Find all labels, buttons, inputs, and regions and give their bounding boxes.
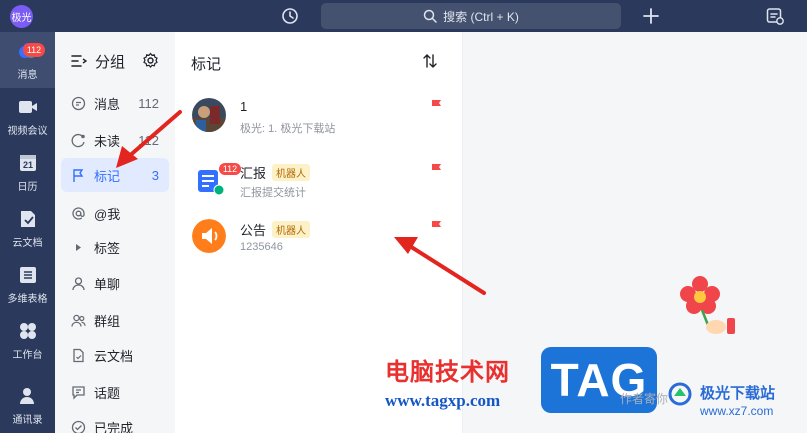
list-item[interactable]: 公告 机器人 1235646 — [175, 210, 463, 272]
watermark-corner-title: 极光下载站 — [700, 385, 776, 402]
video-icon — [18, 100, 37, 113]
table-icon — [19, 266, 36, 283]
at-icon — [72, 206, 85, 220]
collapse-menu-icon[interactable] — [71, 53, 87, 69]
watermark-url: www.tagxp.com — [385, 391, 501, 410]
group-item-topics[interactable]: 话题 — [61, 375, 169, 409]
group-item-messages[interactable]: 消息 112 — [61, 86, 169, 120]
group-item-tags[interactable]: 标签 — [61, 230, 169, 264]
group-item-unread[interactable]: 未读 112 — [61, 123, 169, 157]
group-label: 标签 — [94, 240, 121, 256]
history-icon[interactable] — [281, 7, 299, 25]
flower-illustration — [680, 276, 735, 334]
topic-icon — [72, 385, 85, 400]
rail-item-contacts[interactable]: 通讯录 — [0, 377, 55, 433]
group-label: 未读 — [94, 133, 121, 149]
rail-item-messages[interactable]: 消息 112 — [0, 32, 55, 88]
rail-item-table[interactable]: 多维表格 — [0, 256, 55, 312]
group-label: 标记 — [94, 168, 121, 184]
conversation-title: 1 — [240, 99, 248, 114]
group-item-flagged[interactable]: 标记 3 — [61, 158, 169, 192]
flag-icon[interactable] — [430, 220, 443, 233]
doc-icon — [73, 348, 84, 362]
avatar — [192, 219, 226, 253]
chat-icon — [71, 96, 86, 110]
rail-label: 云文档 — [12, 237, 43, 249]
rail-item-calendar[interactable]: 21 日历 — [0, 144, 55, 200]
caret-right-icon — [76, 243, 81, 251]
avatar — [192, 98, 226, 132]
group-label: 消息 — [94, 96, 121, 112]
search-icon — [423, 9, 437, 23]
unread-badge: 112 — [23, 43, 45, 57]
groups-panel: 分组 消息 112 未读 112 标记 3 @我 标签 单聊 群组 云文档 话题… — [55, 32, 175, 433]
done-icon — [71, 420, 86, 433]
workbench-icon — [19, 322, 36, 339]
group-icon — [71, 314, 86, 327]
bot-tag: 机器人 — [272, 221, 311, 238]
rail-item-cloud-doc[interactable]: 云文档 — [0, 200, 55, 256]
rail-label: 消息 — [17, 69, 38, 81]
group-label: 云文档 — [94, 348, 134, 364]
group-item-direct[interactable]: 单聊 — [61, 266, 169, 300]
group-label: 单聊 — [94, 276, 121, 292]
conversation-preview: 汇报提交统计 — [240, 187, 306, 199]
calendar-icon: 21 — [19, 154, 36, 171]
search-placeholder: 搜索 (Ctrl + K) — [443, 9, 519, 24]
watermark-corner-url: www.xz7.com — [700, 404, 774, 418]
group-item-done[interactable]: 已完成 — [61, 410, 169, 433]
unread-icon — [71, 133, 85, 147]
rail-item-video[interactable]: 视频会议 — [0, 88, 55, 144]
group-item-groups[interactable]: 群组 — [61, 303, 169, 337]
avatar: 112 — [192, 162, 242, 196]
rail-label: 日历 — [17, 181, 38, 193]
unread-badge: 112 — [218, 162, 242, 176]
group-label: 话题 — [94, 385, 121, 401]
group-label: 已完成 — [94, 420, 134, 433]
rail-label: 通讯录 — [12, 415, 43, 426]
person-icon — [72, 276, 85, 290]
group-count: 112 — [138, 95, 159, 111]
conversation-name: 汇报 机器人 — [240, 163, 311, 182]
groups-title: 分组 — [95, 54, 126, 71]
user-avatar[interactable]: 极光 — [10, 5, 33, 28]
rail-label: 多维表格 — [7, 293, 48, 305]
sort-icon[interactable] — [421, 52, 439, 70]
list-title: 标记 — [191, 56, 222, 73]
group-item-docs[interactable]: 云文档 — [61, 338, 169, 372]
app-rail: 消息 112 视频会议 21 日历 云文档 多维表格 工作台 通讯录 — [0, 32, 55, 433]
watermark-faint-text: 作者寄你 — [620, 392, 669, 406]
rail-item-workbench[interactable]: 工作台 — [0, 312, 55, 368]
flag-icon — [73, 168, 84, 182]
conversation-name: 公告 机器人 — [240, 220, 311, 239]
group-item-mentions[interactable]: @我 — [61, 196, 169, 230]
calendar-day: 21 — [22, 160, 32, 170]
bot-tag: 机器人 — [272, 164, 311, 181]
group-label: 群组 — [94, 313, 121, 329]
groups-header: 分组 — [55, 49, 175, 73]
conversation-title: 汇报 — [240, 166, 267, 181]
title-bar: 极光 搜索 (Ctrl + K) — [0, 0, 807, 32]
list-item[interactable]: 1 极光: 1. 极光下载站 — [175, 89, 463, 151]
flag-icon[interactable] — [430, 163, 443, 176]
group-count: 112 — [138, 132, 159, 148]
rail-label: 视频会议 — [7, 125, 48, 137]
conversation-title: 公告 — [240, 223, 267, 238]
flag-icon[interactable] — [430, 99, 443, 112]
conversation-preview: 1235646 — [240, 241, 283, 253]
conversation-name: 1 — [240, 99, 247, 114]
list-item[interactable]: 112 汇报 机器人 汇报提交统计 — [175, 153, 463, 215]
todo-icon[interactable] — [765, 6, 785, 26]
contacts-icon — [19, 388, 34, 404]
cloud-doc-icon — [20, 210, 35, 227]
watermark-title: 电脑技术网 — [385, 359, 510, 386]
search-input[interactable]: 搜索 (Ctrl + K) — [321, 3, 621, 29]
conversation-preview: 极光: 1. 极光下载站 — [240, 123, 336, 135]
rail-label: 工作台 — [12, 349, 43, 361]
group-count: 3 — [151, 167, 159, 183]
gear-icon[interactable] — [142, 52, 159, 69]
plus-icon[interactable] — [641, 6, 661, 26]
corner-logo-icon — [668, 382, 692, 406]
group-label: @我 — [94, 206, 121, 222]
